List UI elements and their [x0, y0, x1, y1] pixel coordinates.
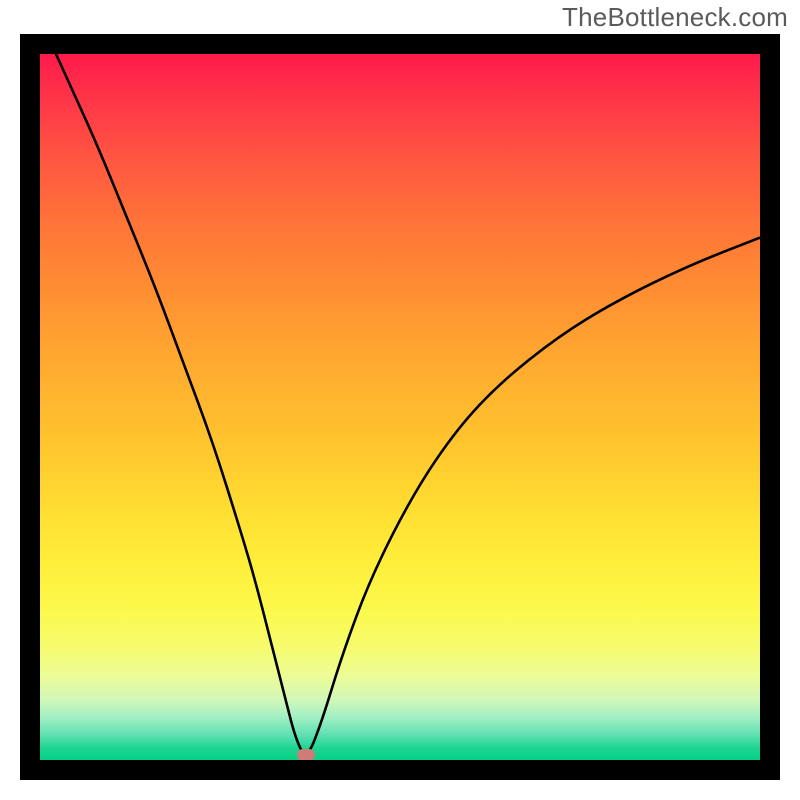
curve-svg [40, 54, 760, 760]
bottleneck-curve [40, 54, 760, 753]
plot-area [40, 54, 760, 760]
chart-frame: TheBottleneck.com [0, 0, 800, 800]
optimum-marker [297, 749, 315, 760]
watermark-text: TheBottleneck.com [562, 2, 788, 33]
